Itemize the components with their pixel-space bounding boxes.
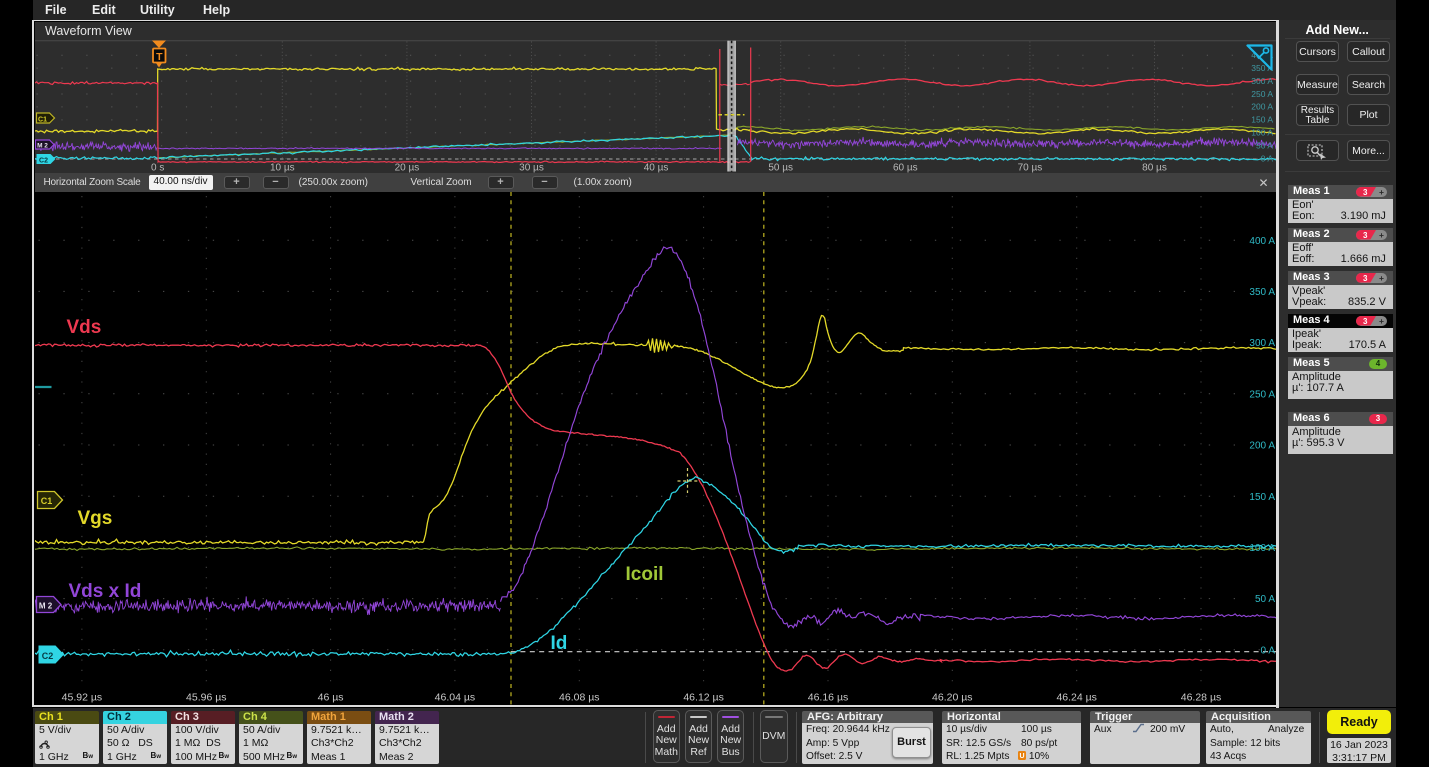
svg-text:400 A: 400 A — [1249, 236, 1275, 247]
svg-text:46.24 µs: 46.24 µs — [1056, 692, 1097, 704]
svg-text:45.96 µs: 45.96 µs — [186, 692, 227, 704]
svg-text:45.92 µs: 45.92 µs — [61, 692, 102, 704]
svg-text:300 A: 300 A — [1249, 338, 1275, 349]
svg-text:C2: C2 — [41, 651, 53, 661]
svg-text:M 2: M 2 — [38, 602, 52, 611]
svg-text:250 A: 250 A — [1249, 389, 1275, 400]
svg-text:C1: C1 — [40, 496, 52, 506]
svg-text:46 µs: 46 µs — [317, 692, 343, 704]
svg-text:T: T — [156, 50, 163, 62]
svg-text:150 A: 150 A — [1249, 492, 1275, 503]
svg-text:Id: Id — [550, 633, 567, 654]
svg-text:50 A: 50 A — [1255, 140, 1272, 150]
svg-text:70 µs: 70 µs — [1017, 162, 1042, 173]
svg-text:Vds x Id: Vds x Id — [68, 581, 141, 602]
svg-text:C2: C2 — [39, 157, 48, 164]
svg-text:80 µs: 80 µs — [1142, 162, 1167, 173]
svg-text:300 A: 300 A — [1251, 75, 1273, 85]
svg-text:100 A: 100 A — [1251, 127, 1273, 137]
svg-text:46.20 µs: 46.20 µs — [932, 692, 973, 704]
svg-text:46.08 µs: 46.08 µs — [559, 692, 600, 704]
svg-text:0 s: 0 s — [151, 162, 164, 173]
svg-text:C1: C1 — [38, 116, 47, 123]
svg-text:350 A: 350 A — [1249, 287, 1275, 298]
svg-text:20 µs: 20 µs — [394, 162, 419, 173]
svg-text:U: U — [1019, 753, 1024, 760]
svg-text:60 µs: 60 µs — [892, 162, 917, 173]
svg-text:0 A: 0 A — [1260, 645, 1275, 656]
svg-text:150 A: 150 A — [1251, 114, 1273, 124]
svg-text:46.16 µs: 46.16 µs — [807, 692, 848, 704]
svg-text:250 A: 250 A — [1251, 88, 1273, 98]
svg-text:M 2: M 2 — [37, 142, 48, 149]
svg-text:30 µs: 30 µs — [519, 162, 544, 173]
svg-text:46.04 µs: 46.04 µs — [434, 692, 475, 704]
svg-text:Vds: Vds — [66, 317, 101, 338]
svg-text:Vgs: Vgs — [77, 508, 112, 529]
svg-text:0 A: 0 A — [1260, 153, 1273, 163]
svg-text:50 µs: 50 µs — [768, 162, 793, 173]
svg-text:50 A: 50 A — [1254, 594, 1274, 605]
svg-text:46.12 µs: 46.12 µs — [683, 692, 724, 704]
svg-text:200 A: 200 A — [1251, 101, 1273, 111]
svg-text:200 A: 200 A — [1249, 441, 1275, 452]
svg-text:40 µs: 40 µs — [643, 162, 668, 173]
svg-text:100 A: 100 A — [1249, 543, 1275, 554]
svg-text:46.28 µs: 46.28 µs — [1180, 692, 1221, 704]
svg-text:10 µs: 10 µs — [269, 162, 294, 173]
svg-text:Icoil: Icoil — [625, 564, 663, 585]
